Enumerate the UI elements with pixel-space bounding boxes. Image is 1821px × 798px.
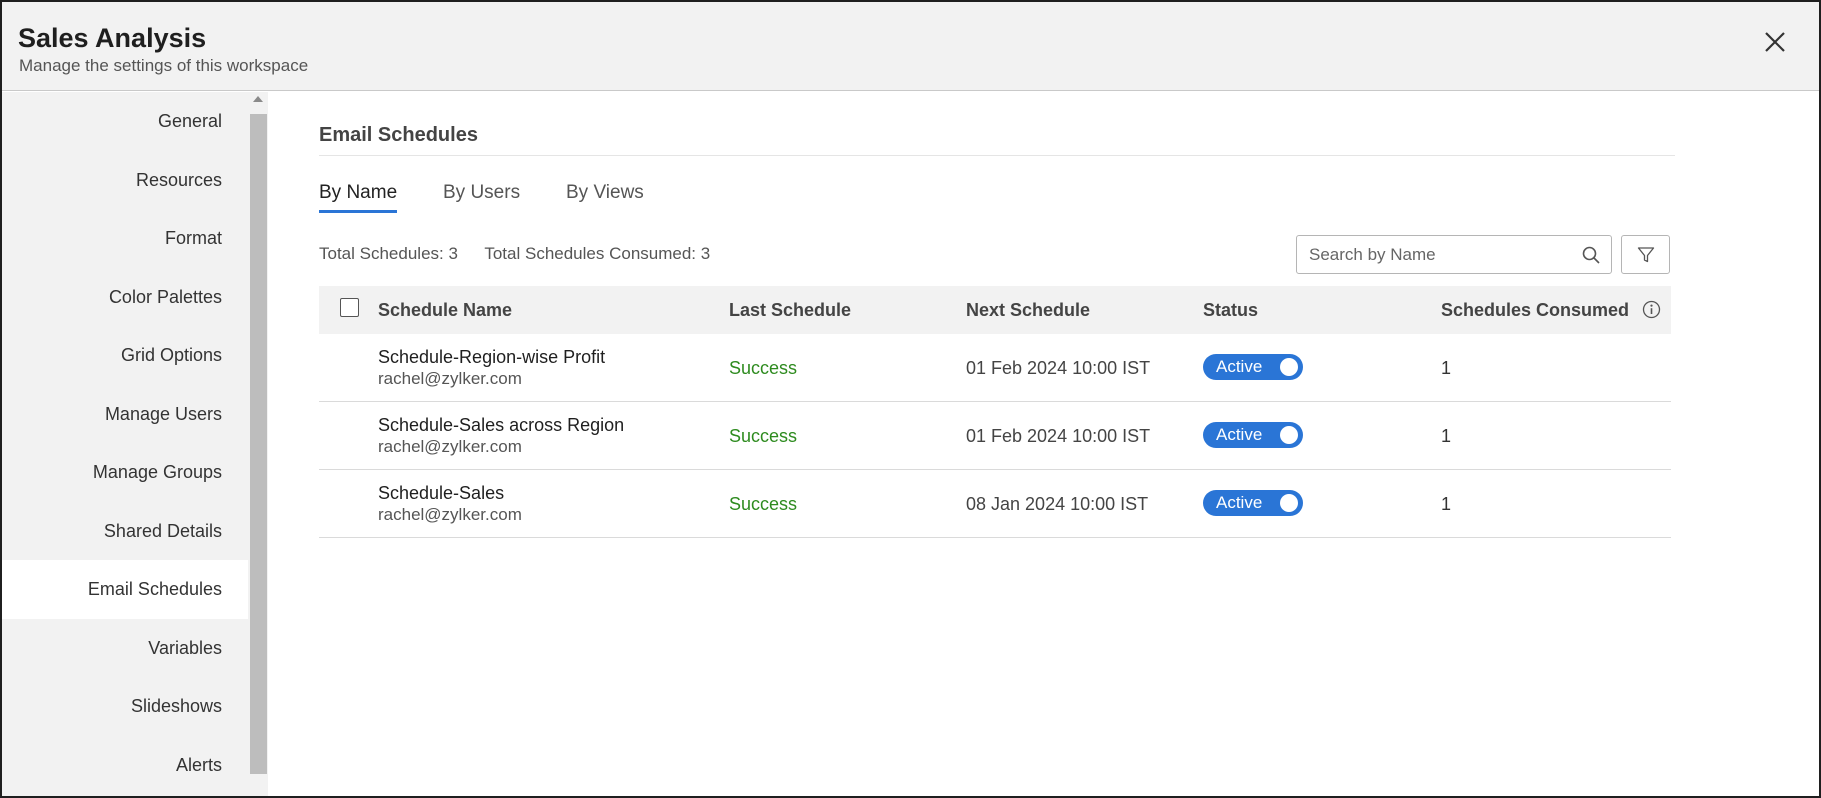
workspace-subtitle: Manage the settings of this workspace (19, 56, 309, 75)
status-toggle[interactable]: Active (1203, 490, 1303, 516)
schedule-owner: rachel@zylker.com (378, 437, 522, 456)
status-toggle[interactable]: Active (1203, 422, 1303, 448)
schedule-name[interactable]: Schedule-Sales across Region (378, 415, 624, 436)
status-toggle[interactable]: Active (1203, 354, 1303, 380)
section-title: Email Schedules (319, 124, 478, 146)
status-toggle-label: Active (1216, 425, 1263, 444)
settings-dialog: Sales Analysis Manage the settings of th… (0, 0, 1821, 798)
sidebar-item-grid-options[interactable]: Grid Options (2, 326, 248, 385)
total-schedules: Total Schedules: 3 (319, 244, 458, 263)
schedules-consumed-count: 1 (1441, 426, 1452, 446)
sidebar-item-manage-users[interactable]: Manage Users (2, 385, 248, 444)
toggle-knob (1280, 358, 1298, 376)
schedules-consumed-count: 1 (1441, 358, 1452, 378)
sidebar-item-format[interactable]: Format (2, 209, 248, 268)
schedule-totals: Total Schedules: 3 Total Schedules Consu… (319, 244, 732, 264)
last-schedule-status: Success (729, 494, 798, 514)
toggle-knob (1280, 494, 1298, 512)
column-header-schedules-consumed[interactable]: Schedules Consumed (1441, 300, 1661, 321)
scroll-up-arrow-icon[interactable] (253, 96, 263, 102)
next-schedule-time: 08 Jan 2024 10:00 IST (966, 494, 1149, 514)
schedules-table: Schedule Name Last Schedule Next Schedul… (319, 286, 1671, 538)
tab-by-users[interactable]: By Users (443, 182, 520, 210)
table-row[interactable]: Schedule-Sales rachel@zylker.com Success… (319, 470, 1671, 538)
sidebar-item-variables[interactable]: Variables (2, 619, 248, 678)
sidebar-item-manage-groups[interactable]: Manage Groups (2, 443, 248, 502)
settings-sidebar: General Resources Format Color Palettes … (2, 92, 268, 796)
section-divider (319, 155, 1675, 156)
search-input[interactable] (1297, 236, 1567, 273)
column-header-last-schedule[interactable]: Last Schedule (729, 300, 851, 321)
schedule-name[interactable]: Schedule-Region-wise Profit (378, 347, 605, 368)
search-icon[interactable] (1581, 245, 1601, 265)
last-schedule-status: Success (729, 358, 798, 378)
sidebar-item-color-palettes[interactable]: Color Palettes (2, 268, 248, 327)
status-toggle-label: Active (1216, 357, 1263, 376)
select-all-checkbox[interactable] (340, 298, 359, 317)
column-header-next-schedule[interactable]: Next Schedule (966, 300, 1090, 321)
sidebar-item-alerts[interactable]: Alerts (2, 736, 248, 795)
sidebar-item-shared-details[interactable]: Shared Details (2, 502, 248, 561)
column-header-schedules-consumed-label: Schedules Consumed (1441, 300, 1630, 320)
filter-icon (1637, 247, 1655, 263)
next-schedule-time: 01 Feb 2024 10:00 IST (966, 426, 1151, 446)
column-header-schedule-name[interactable]: Schedule Name (378, 300, 512, 321)
table-row[interactable]: Schedule-Sales across Region rachel@zylk… (319, 402, 1671, 470)
close-icon (1765, 32, 1785, 52)
close-button[interactable] (1761, 28, 1789, 56)
tab-by-name[interactable]: By Name (319, 182, 398, 213)
toggle-knob (1280, 426, 1298, 444)
schedule-name[interactable]: Schedule-Sales (378, 483, 504, 504)
sidebar-item-slideshows[interactable]: Slideshows (2, 677, 248, 736)
sidebar-item-resources[interactable]: Resources (2, 151, 248, 210)
last-schedule-status: Success (729, 426, 798, 446)
dialog-header: Sales Analysis Manage the settings of th… (2, 2, 1819, 91)
filter-button[interactable] (1621, 235, 1670, 274)
sidebar-scrollbar[interactable] (249, 92, 268, 796)
next-schedule-time: 01 Feb 2024 10:00 IST (966, 358, 1151, 378)
table-row[interactable]: Schedule-Region-wise Profit rachel@zylke… (319, 334, 1671, 402)
sidebar-nav: General Resources Format Color Palettes … (2, 92, 248, 794)
status-toggle-label: Active (1216, 493, 1263, 512)
tab-by-views[interactable]: By Views (566, 182, 644, 210)
sidebar-item-general[interactable]: General (2, 92, 248, 151)
table-header: Schedule Name Last Schedule Next Schedul… (319, 286, 1671, 334)
main-content: Email Schedules By Name By Users By View… (268, 92, 1819, 796)
schedules-consumed-count: 1 (1441, 494, 1452, 514)
sidebar-item-email-schedules[interactable]: Email Schedules (2, 560, 248, 619)
total-schedules-consumed: Total Schedules Consumed: 3 (484, 244, 711, 263)
schedule-owner: rachel@zylker.com (378, 505, 522, 524)
column-header-status[interactable]: Status (1203, 300, 1258, 321)
search-box (1296, 235, 1612, 274)
workspace-title: Sales Analysis (18, 23, 207, 53)
schedule-owner: rachel@zylker.com (378, 369, 522, 388)
info-icon[interactable] (1642, 300, 1661, 319)
scrollbar-thumb[interactable] (250, 114, 267, 774)
